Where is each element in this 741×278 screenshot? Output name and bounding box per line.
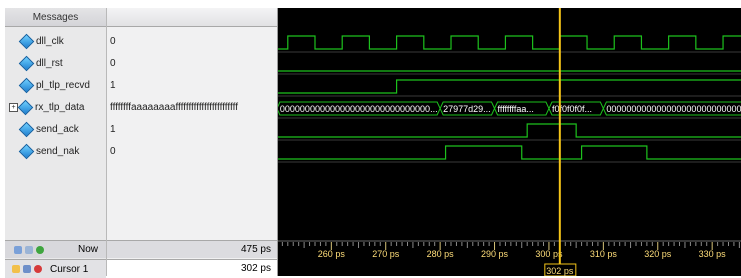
timeline-tick-label: 320 ps [644,249,672,259]
timeline-tick-label: 290 ps [481,249,509,259]
signal-name-row[interactable]: send_ack [5,120,122,139]
timeline-tick-label: 260 ps [318,249,346,259]
signal-diamond-icon [17,99,34,116]
cursor-marker-label: 302 ps [546,266,574,276]
rx-tlp-data-segment-label: 0000000000000000000000000000000 [606,104,741,114]
signal-value-row[interactable]: 1 [107,76,280,95]
signal-value: 0 [110,146,116,157]
timeline-tick-label: 330 ps [699,249,727,259]
signal-diamond-icon [18,143,35,160]
timeline-tick-label: 300 ps [535,249,563,259]
signal-value: 1 [110,124,116,135]
cursor-value-cell[interactable]: 302 ps [107,259,277,277]
signal-name: rx_tlp_data [35,102,85,113]
cursor-row-label[interactable]: Cursor 1 [5,259,106,278]
signal-diamond-icon [18,33,35,50]
delete-cursor-icon[interactable] [34,265,42,273]
signal-names-pane: Messages dll_clk dll_rst pl_tlp_recvd + rx_t… [5,8,107,278]
timeline-tick-label: 280 ps [427,249,455,259]
expand-toggle-icon[interactable]: + [9,103,18,112]
signal-value: 1 [110,80,116,91]
waveform-viewer: Messages dll_clk dll_rst pl_tlp_recvd + rx_t… [0,0,741,278]
signal-name-row[interactable]: dll_clk [5,32,122,51]
zoom-icon[interactable] [25,245,33,254]
signal-name: send_nak [36,146,80,157]
signal-name: dll_clk [36,36,64,47]
timeline-tick-label: 310 ps [590,249,618,259]
values-header [107,8,277,27]
now-row-label: Now [5,240,106,258]
rx-tlp-data-segment-label: ffffffffaa... [498,104,534,114]
now-label: Now [77,244,98,255]
add-icon[interactable] [36,245,44,254]
pencil-icon[interactable] [23,265,31,273]
signal-name: send_ack [36,124,79,135]
timeline-tick-label: 270 ps [372,249,400,259]
now-value-cell: 475 ps [107,240,277,258]
signal-value-row[interactable]: ffffffffaaaaaaaaffffffffffffffffffffffff [107,98,280,117]
signal-value-row[interactable]: 0 [107,54,280,73]
messages-header[interactable]: Messages [5,8,106,27]
lock-icon[interactable] [12,265,20,273]
pl-tlp-recvd-wave [278,79,741,94]
signal-diamond-icon [18,77,35,94]
send-nak-wave [278,145,741,160]
signal-value-row[interactable]: 0 [107,142,280,161]
now-value: 475 ps [240,244,271,255]
waveform-canvas[interactable]: 000000000000000000000000000000... 27977d2… [278,8,741,276]
signal-name-row[interactable]: pl_tlp_recvd [5,76,122,95]
signal-name: pl_tlp_recvd [36,80,90,91]
cursor-label: Cursor 1 [50,263,89,275]
signal-value-row[interactable]: 0 [107,32,280,51]
signal-value: ffffffffaaaaaaaaffffffffffffffffffffffff [110,102,238,113]
signal-value: 0 [110,58,116,69]
cursor-value: 302 ps [240,263,271,274]
send-ack-wave [278,123,741,138]
signal-name-row[interactable]: send_nak [5,142,122,161]
signal-diamond-icon [18,121,35,138]
signal-name-row[interactable]: + rx_tlp_data [5,98,122,117]
rx-tlp-data-segment-label: 000000000000000000000000000000... [280,104,438,114]
signal-diamond-icon [18,55,35,72]
signal-values-pane: 0 0 1 ffffffffaaaaaaaafffffffffffffffffffff… [107,8,280,277]
signal-value: 0 [110,36,116,47]
signal-name: dll_rst [36,58,63,69]
signal-name-row[interactable]: dll_rst [5,54,122,73]
rx-tlp-data-segment-label: 27977d29... [443,104,491,114]
signal-value-row[interactable]: 1 [107,120,280,139]
rx-tlp-data-segment-label: f0f0f0f0f... [552,104,592,114]
layout-icon[interactable] [14,245,22,254]
dll-clk-wave [278,35,741,50]
waveform-area[interactable]: 000000000000000000000000000000... 27977d2… [278,8,741,276]
